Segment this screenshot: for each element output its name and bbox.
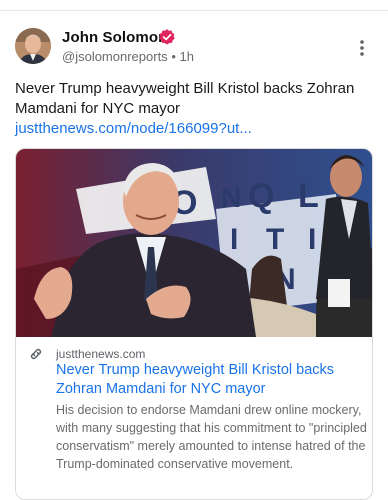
separator-dot: • xyxy=(171,49,176,64)
card-title[interactable]: Never Trump heavyweight Bill Kristol bac… xyxy=(56,361,366,399)
backdrop-letter: L xyxy=(298,177,319,215)
post-text: Never Trump heavyweight Bill Kristol bac… xyxy=(15,79,355,139)
link-preview-card[interactable]: C O N Q L I T I N xyxy=(15,148,373,500)
link-icon xyxy=(30,348,42,360)
verified-badge-icon xyxy=(159,29,175,45)
backdrop-letter: T xyxy=(266,223,284,256)
backdrop-letter: I xyxy=(308,223,316,256)
handle-line: @jsolomonreports • 1h xyxy=(62,49,194,64)
card-description: His decision to endorse Mamdani drew onl… xyxy=(56,403,367,471)
more-vertical-icon[interactable] xyxy=(356,38,368,58)
avatar[interactable] xyxy=(15,28,51,64)
card-domain: justthenews.com xyxy=(56,347,146,361)
author-handle[interactable]: @jsolomonreports xyxy=(62,49,168,64)
card-image: C O N Q L I T I N xyxy=(16,149,372,337)
author-name[interactable]: John Solomon xyxy=(62,29,167,46)
backdrop-letter: I xyxy=(230,223,238,256)
top-divider xyxy=(0,10,388,11)
backdrop-letter: Q xyxy=(248,177,274,215)
backdrop-letter: N xyxy=(221,182,241,213)
post-body: Never Trump heavyweight Bill Kristol bac… xyxy=(15,80,355,117)
post-time[interactable]: 1h xyxy=(180,49,194,64)
post-link[interactable]: justthenews.com/node/166099?ut... xyxy=(15,120,252,137)
